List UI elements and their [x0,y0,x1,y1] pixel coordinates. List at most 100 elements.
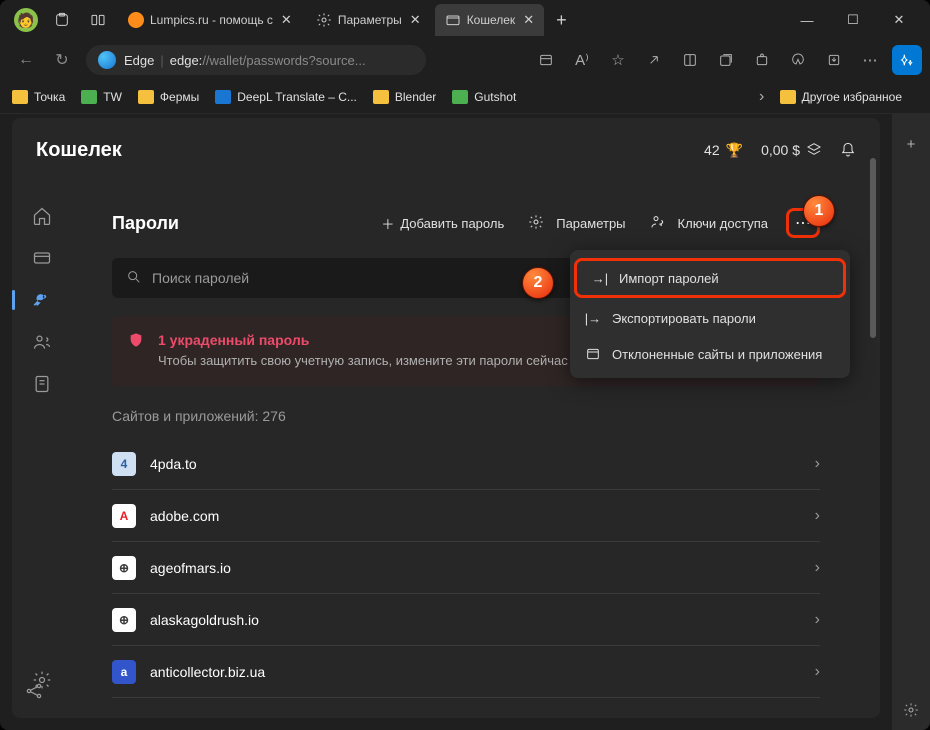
tab-lumpics[interactable]: Lumpics.ru - помощь с ✕ [118,4,302,36]
bookmark-item[interactable]: Blender [373,90,436,104]
import-icon: →| [591,271,609,286]
folder-icon [138,90,154,104]
read-aloud-icon[interactable]: A⁾ [564,44,600,76]
collections-icon[interactable] [708,44,744,76]
more-icon[interactable]: ⋯ [852,44,888,76]
content-area: Кошелек 42🏆 0,00 $ Пароли ＋Добавить паро… [12,118,880,718]
close-icon[interactable]: ✕ [523,12,534,28]
chevron-right-icon[interactable]: › [744,81,780,113]
tab-label: Lumpics.ru - помощь с [150,13,273,27]
import-passwords-item[interactable]: →| Импорт паролей [574,258,846,298]
address-host: edge: [170,53,203,68]
bookmark-label: Фермы [160,90,199,104]
export-icon: |→ [584,311,602,326]
favicon-icon [81,90,97,104]
favicon-icon [215,90,231,104]
chevron-right-icon: › [815,663,820,681]
alert-text: Чтобы защитить свою учетную запись, изме… [158,352,568,370]
back-button[interactable]: ← [8,44,44,76]
bookmark-item[interactable]: Gutshot [452,90,516,104]
bookmark-item[interactable]: DeepL Translate – C... [215,90,357,104]
close-icon[interactable]: ✕ [410,12,421,28]
site-row[interactable]: ⊕ ageofmars.io › [112,542,820,594]
chevron-right-icon: › [815,559,820,577]
rewards-stat[interactable]: 42🏆 [704,142,743,159]
bookmark-label: Blender [395,90,436,104]
minimize-button[interactable]: — [784,0,830,40]
tab-actions-icon[interactable] [88,10,108,30]
chevron-right-icon: › [815,455,820,473]
passkeys-button[interactable]: Ключи доступа [650,214,768,233]
nav-passwords[interactable] [24,282,60,318]
enter-icon[interactable] [528,44,564,76]
bookmark-label: Gutshot [474,90,516,104]
add-side-icon[interactable]: + [899,132,923,156]
scrollbar[interactable] [870,158,876,338]
profile-avatar[interactable]: 🧑 [14,8,38,32]
performance-icon[interactable] [780,44,816,76]
notifications-button[interactable] [840,142,856,158]
nav-orders[interactable] [24,366,60,402]
nav-personal[interactable] [24,324,60,360]
site-name: 4pda.to [150,456,197,472]
site-favicon: 4 [112,452,136,476]
bookmark-label: DeepL Translate – C... [237,90,357,104]
share-icon[interactable] [24,681,44,706]
address-input[interactable]: Edge | edge: //wallet/passwords?source..… [86,45,426,75]
tab-label: Параметры [338,13,402,27]
bookmark-item[interactable]: Фермы [138,90,199,104]
tab-settings[interactable]: Параметры ✕ [306,4,431,36]
bookmark-item[interactable]: TW [81,90,122,104]
site-row[interactable]: a anticollector.biz.ua › [112,646,820,698]
annotation-2: 2 [522,267,554,299]
tab-label: Кошелек [467,13,516,27]
workspaces-icon[interactable] [52,10,72,30]
declined-sites-item[interactable]: Отклоненные сайты и приложения [570,336,850,372]
site-favicon: A [112,504,136,528]
site-name: alaskagoldrush.io [150,612,259,628]
favorite-icon[interactable]: ☆ [600,44,636,76]
bookmark-item[interactable]: Точка [12,90,65,104]
new-tab-button[interactable]: + [546,10,577,31]
bookmarks-bar: Точка TW Фермы DeepL Translate – C... Bl… [0,80,930,114]
close-button[interactable]: ✕ [876,0,922,40]
site-row[interactable]: A adobe.com › [112,490,820,542]
menu-label: Отклоненные сайты и приложения [612,347,822,362]
downloads-icon[interactable] [816,44,852,76]
button-label: Параметры [556,216,625,231]
favicon-icon [452,90,468,104]
add-password-button[interactable]: ＋Добавить пароль [381,214,504,233]
copilot-button[interactable] [892,45,922,75]
shield-icon [128,332,144,370]
more-menu: →| Импорт паролей |→ Экспортировать паро… [570,250,850,378]
address-bar: ← ↻ Edge | edge: //wallet/passwords?sour… [0,40,930,80]
site-row[interactable]: ⊕ alaskagoldrush.io › [112,594,820,646]
bookmark-label: TW [103,90,122,104]
settings-button[interactable]: Параметры [528,214,625,233]
side-panel: + [892,114,930,730]
wallet-nav [12,188,72,718]
export-passwords-item[interactable]: |→ Экспортировать пароли [570,300,850,336]
cashback-stat[interactable]: 0,00 $ [761,141,822,160]
folder-icon [780,90,796,104]
search-icon [126,269,142,288]
other-bookmarks[interactable]: Другое избранное [780,90,902,104]
refresh-button[interactable]: ↻ [44,44,80,76]
address-prefix: Edge [124,53,154,68]
site-row[interactable]: 4 4pda.to › [112,438,820,490]
alert-title: 1 украденный пароль [158,332,568,348]
menu-label: Импорт паролей [619,271,719,286]
close-icon[interactable]: ✕ [281,12,292,28]
nav-home[interactable] [24,198,60,234]
split-icon[interactable] [672,44,708,76]
extensions-icon[interactable] [744,44,780,76]
side-settings-icon[interactable] [899,698,923,722]
nav-cards[interactable] [24,240,60,276]
menu-label: Экспортировать пароли [612,311,756,326]
maximize-button[interactable]: ☐ [830,0,876,40]
address-path: //wallet/passwords?source... [202,53,365,68]
button-label: Добавить пароль [400,216,504,231]
section-title: Пароли [112,213,179,234]
tab-wallet[interactable]: Кошелек ✕ [435,4,544,36]
send-icon[interactable] [636,44,672,76]
